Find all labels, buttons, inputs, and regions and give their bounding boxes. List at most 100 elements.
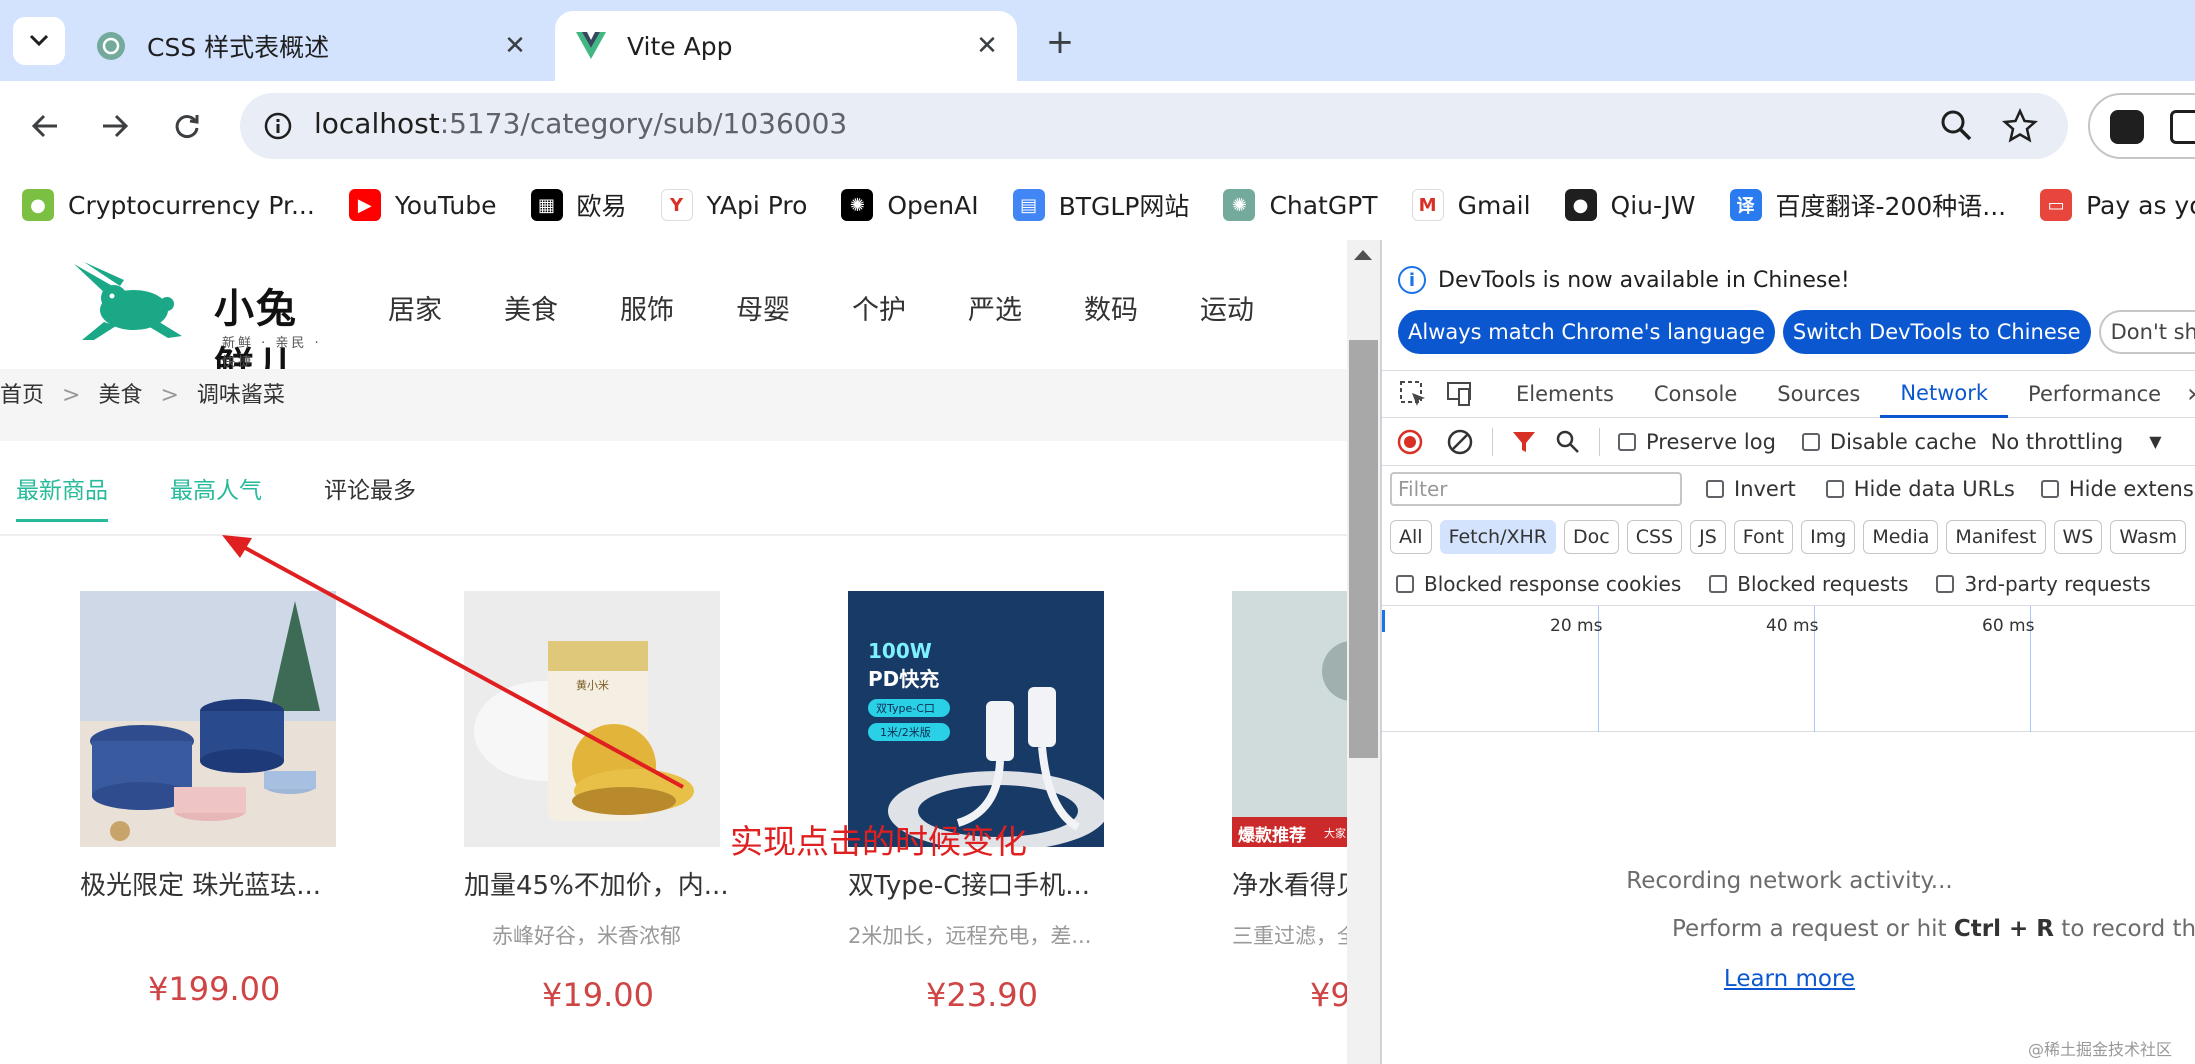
bookmark-item[interactable]: 译百度翻译-200种语...: [1729, 187, 2006, 223]
hide-data-urls-checkbox[interactable]: [1825, 480, 1844, 498]
hide-extension-urls-checkbox[interactable]: [2040, 480, 2059, 498]
new-tab-button[interactable]: +: [1040, 22, 1080, 62]
goods-image[interactable]: 黄小米: [464, 591, 720, 847]
breadcrumb-category[interactable]: 美食: [98, 383, 142, 408]
switch-to-chinese-button[interactable]: Switch DevTools to Chinese: [1782, 310, 2091, 354]
goods-item[interactable]: 极光限定 珠光蓝珐... ¥199.00: [80, 591, 350, 1008]
close-icon[interactable]: ✕: [971, 30, 1003, 62]
site-info-icon[interactable]: [258, 106, 298, 146]
extensions-area[interactable]: [2088, 93, 2195, 159]
tab-css[interactable]: CSS 样式表概述 ✕: [75, 11, 545, 81]
network-controls: Preserve log Disable cache No throttling…: [1382, 418, 2195, 466]
blocked-requests-checkbox[interactable]: [1709, 574, 1728, 593]
sort-tab-reviews[interactable]: 评论最多: [324, 471, 416, 522]
type-filter-fetch-xhr[interactable]: Fetch/XHR: [1439, 520, 1556, 554]
bookmark-item[interactable]: ▤ BTGLP网站: [1012, 187, 1189, 223]
address-bar[interactable]: localhost:5173/category/sub/1036003: [240, 93, 2068, 159]
tab-network[interactable]: Network: [1880, 370, 2009, 418]
goods-item[interactable]: 黄小米 加量45%不加价，内... 赤峰好谷，米香浓郁 ¥19.00: [464, 591, 734, 1014]
goods-item[interactable]: 100W PD快充 双Type-C口 1米/2米版 双Type-C接口手机...…: [848, 591, 1118, 1014]
tab-performance[interactable]: Performance: [2008, 370, 2181, 418]
chevron-down-icon[interactable]: ▼: [2149, 432, 2161, 451]
clear-icon[interactable]: [1446, 428, 1474, 456]
nav-item[interactable]: 居家: [388, 288, 442, 327]
tab-vite-app[interactable]: Vite App ✕: [555, 11, 1017, 81]
url-text[interactable]: localhost:5173/category/sub/1036003: [314, 107, 847, 140]
disable-cache-label: Disable cache: [1829, 429, 1977, 454]
nav-item[interactable]: 服饰: [620, 288, 674, 327]
bookmark-item[interactable]: Y YApi Pro: [660, 189, 807, 221]
zoom-icon[interactable]: [1938, 107, 1976, 145]
goods-name[interactable]: 加量45%不加价，内...: [464, 865, 734, 902]
type-filter-font[interactable]: Font: [1733, 520, 1794, 554]
type-filter-wasm[interactable]: Wasm: [2110, 520, 2186, 554]
scroll-thumb[interactable]: [1349, 340, 1378, 758]
bookmark-item[interactable]: ● Cryptocurrency Pr...: [22, 189, 315, 221]
close-icon[interactable]: ✕: [499, 30, 531, 62]
nav-item[interactable]: 个护: [852, 288, 906, 327]
bookmark-item[interactable]: ▶ YouTube: [348, 189, 497, 221]
goods-name[interactable]: 双Type-C接口手机...: [848, 865, 1118, 902]
goods-name[interactable]: 极光限定 珠光蓝珐...: [80, 865, 350, 902]
tab-search-button[interactable]: [13, 17, 65, 65]
tab-elements[interactable]: Elements: [1496, 370, 1634, 418]
type-filter-doc[interactable]: Doc: [1564, 520, 1619, 554]
throttling-select[interactable]: No throttling: [1991, 430, 2124, 454]
site-logo[interactable]: 小兔鲜儿 新鲜 · 亲民 · 快捷: [64, 252, 326, 390]
bookmark-item[interactable]: ✺ ChatGPT: [1223, 189, 1378, 221]
more-tabs-button[interactable]: »: [2181, 370, 2195, 418]
breadcrumb-home[interactable]: 首页: [0, 383, 44, 408]
record-icon[interactable]: [1396, 428, 1424, 456]
extension-icon[interactable]: [2110, 110, 2144, 144]
type-filter-img[interactable]: Img: [1801, 520, 1856, 554]
tab-sources[interactable]: Sources: [1757, 370, 1880, 418]
type-filter-media[interactable]: Media: [1863, 520, 1939, 554]
disable-cache-checkbox[interactable]: [1801, 432, 1820, 451]
nav-item[interactable]: 美食: [504, 288, 558, 327]
sort-tab-popular[interactable]: 最高人气: [170, 471, 262, 522]
goods-image[interactable]: [80, 591, 336, 847]
reload-button[interactable]: [164, 103, 210, 149]
page-scrollbar[interactable]: [1347, 240, 1380, 1064]
type-filter-ws[interactable]: WS: [2053, 520, 2103, 554]
tab-console[interactable]: Console: [1634, 370, 1757, 418]
goods-item[interactable]: 爆款推荐 大家 净水看得见 三重过滤，全 ¥9: [1232, 591, 1347, 1014]
puzzle-icon[interactable]: [2170, 110, 2195, 144]
nav-item[interactable]: 数码: [1084, 288, 1138, 327]
bookmark-item[interactable]: ▦ 欧易: [530, 187, 627, 223]
bookmark-item[interactable]: ● Qiu-JW: [1564, 189, 1696, 221]
goods-image[interactable]: 爆款推荐 大家: [1232, 591, 1347, 847]
learn-more-link[interactable]: Learn more: [1382, 966, 2195, 992]
inspect-element-icon[interactable]: [1398, 379, 1428, 409]
logo-slogan: 新鲜 · 亲民 · 快捷: [222, 336, 322, 370]
device-toolbar-icon[interactable]: [1444, 379, 1474, 409]
search-icon[interactable]: [1555, 429, 1581, 455]
blocked-cookies-checkbox[interactable]: [1396, 574, 1414, 593]
invert-checkbox[interactable]: [1706, 480, 1724, 498]
sort-tab-newest[interactable]: 最新商品: [16, 471, 108, 522]
nav-item[interactable]: 严选: [968, 288, 1022, 327]
nav-item[interactable]: 母婴: [736, 288, 790, 327]
dont-show-again-button[interactable]: Don't show aga: [2098, 310, 2195, 354]
forward-button[interactable]: [92, 103, 138, 149]
filter-funnel-icon[interactable]: [1511, 429, 1537, 455]
network-timeline[interactable]: 20 ms 40 ms 60 ms: [1382, 606, 2195, 732]
type-filter-manifest[interactable]: Manifest: [1946, 520, 2046, 554]
bookmark-item[interactable]: M Gmail: [1411, 189, 1531, 221]
type-filter-js[interactable]: JS: [1690, 520, 1726, 554]
type-filter-css[interactable]: CSS: [1626, 520, 1683, 554]
bookmark-item[interactable]: ▭ Pay as you go Use...: [2040, 189, 2195, 221]
goods-name[interactable]: 净水看得见: [1232, 865, 1347, 902]
back-button[interactable]: [22, 103, 68, 149]
nav-item[interactable]: 运动: [1200, 288, 1254, 327]
third-party-checkbox[interactable]: [1936, 574, 1955, 593]
star-icon[interactable]: [2000, 106, 2040, 146]
goods-image[interactable]: 100W PD快充 双Type-C口 1米/2米版: [848, 591, 1104, 847]
filter-input[interactable]: Filter: [1390, 472, 1682, 506]
scroll-up-arrow-icon[interactable]: [1354, 250, 1372, 260]
tab-title: CSS 样式表概述: [147, 33, 330, 62]
preserve-log-checkbox[interactable]: [1618, 432, 1636, 451]
bookmark-item[interactable]: ✺ OpenAI: [841, 189, 979, 221]
type-filter-all[interactable]: All: [1390, 520, 1432, 554]
always-match-language-button[interactable]: Always match Chrome's language: [1398, 310, 1775, 354]
